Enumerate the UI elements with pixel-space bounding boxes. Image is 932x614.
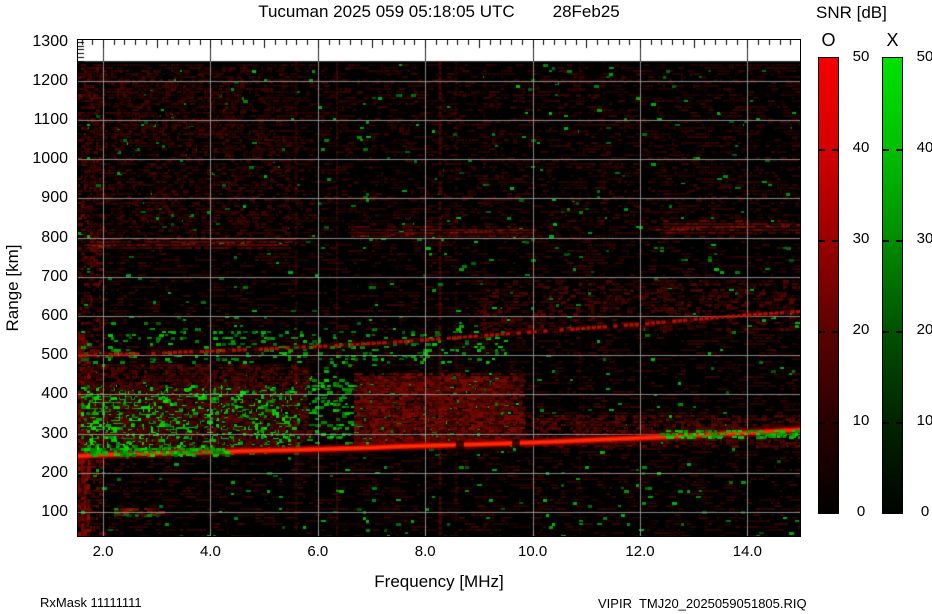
x-tick-label: 12.0 bbox=[613, 543, 667, 561]
colorbar-dash-tick bbox=[819, 240, 838, 242]
colorbar-dash-tick bbox=[883, 331, 902, 333]
colorbar-dash-tick bbox=[883, 240, 902, 242]
x-mode-colorbar bbox=[882, 57, 903, 514]
y-tick-label: 200 bbox=[16, 464, 68, 482]
y-tick-label: 1200 bbox=[16, 72, 68, 90]
x-tick-label: 4.0 bbox=[183, 543, 237, 561]
y-axis-title: Range [km] bbox=[3, 233, 21, 343]
colorbar-title: SNR [dB] bbox=[816, 3, 887, 23]
colorbar-tick-label: 10 bbox=[909, 412, 932, 430]
colorbar-tick-label: 0 bbox=[909, 503, 932, 521]
colorbar-tick-label: 30 bbox=[909, 230, 932, 248]
y-tick-label: 800 bbox=[16, 229, 68, 247]
o-mode-label: O bbox=[818, 30, 839, 51]
y-tick-label: 100 bbox=[16, 503, 68, 521]
ionogram-plot-area bbox=[77, 39, 801, 537]
x-tick-label: 8.0 bbox=[398, 543, 452, 561]
y-tick-label: 1000 bbox=[16, 150, 68, 168]
colorbar-dash-tick bbox=[819, 422, 838, 424]
colorbar-tick-label: 40 bbox=[909, 139, 932, 157]
o-mode-colorbar bbox=[818, 57, 839, 514]
x-tick-label: 6.0 bbox=[291, 543, 345, 561]
colorbar-dash-tick bbox=[883, 149, 902, 151]
ionogram-canvas bbox=[78, 40, 800, 536]
colorbar-tick-label: 30 bbox=[845, 230, 877, 248]
data-file-name: VIPIR TMJ20_2025059051805.RIQ bbox=[598, 596, 807, 611]
colorbar-dash-tick bbox=[819, 331, 838, 333]
plot-title-row: Tucuman 2025 059 05:18:05 UTC 28Feb25 bbox=[78, 2, 800, 22]
y-tick-label: 300 bbox=[16, 425, 68, 443]
colorbar-dash-tick bbox=[883, 422, 902, 424]
rxmask-status: RxMask 11111111 bbox=[40, 595, 142, 610]
colorbar-tick-label: 0 bbox=[845, 503, 877, 521]
colorbar-tick-label: 10 bbox=[845, 412, 877, 430]
y-tick-label: 1300 bbox=[16, 33, 68, 51]
x-tick-label: 14.0 bbox=[720, 543, 774, 561]
plot-date: 28Feb25 bbox=[553, 2, 620, 22]
plot-title: Tucuman 2025 059 05:18:05 UTC bbox=[258, 2, 514, 22]
x-axis-title: Frequency [MHz] bbox=[78, 572, 800, 592]
colorbar-tick-label: 50 bbox=[909, 48, 932, 66]
x-tick-label: 10.0 bbox=[506, 543, 560, 561]
y-tick-label: 600 bbox=[16, 307, 68, 325]
colorbar-dash-tick bbox=[819, 149, 838, 151]
y-tick-label: 1100 bbox=[16, 111, 68, 129]
colorbar-tick-label: 20 bbox=[909, 321, 932, 339]
colorbar-tick-label: 50 bbox=[845, 48, 877, 66]
colorbar-tick-label: 20 bbox=[845, 321, 877, 339]
y-tick-label: 900 bbox=[16, 189, 68, 207]
y-tick-label: 700 bbox=[16, 268, 68, 286]
y-tick-label: 400 bbox=[16, 385, 68, 403]
x-tick-label: 2.0 bbox=[76, 543, 130, 561]
colorbar-tick-label: 40 bbox=[845, 139, 877, 157]
x-mode-label: X bbox=[882, 30, 903, 51]
ionogram-viewer: Tucuman 2025 059 05:18:05 UTC 28Feb25 SN… bbox=[0, 0, 932, 614]
y-tick-label: 500 bbox=[16, 346, 68, 364]
